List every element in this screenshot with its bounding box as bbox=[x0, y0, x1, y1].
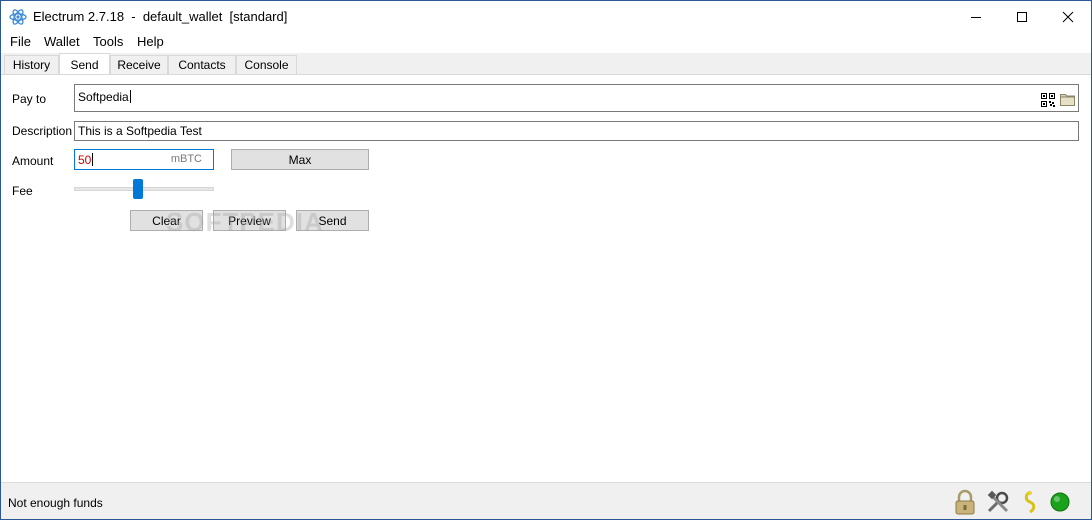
preview-button[interactable]: Preview bbox=[213, 210, 286, 231]
electrum-logo-icon bbox=[9, 9, 27, 25]
amount-value: 50 bbox=[78, 152, 92, 167]
pay-to-label: Pay to bbox=[12, 92, 47, 106]
status-bar: Not enough funds bbox=[1, 482, 1091, 519]
folder-icon[interactable] bbox=[1060, 92, 1075, 106]
seed-icon[interactable] bbox=[1017, 489, 1043, 515]
tab-console[interactable]: Console bbox=[236, 55, 297, 74]
amount-label: Amount bbox=[12, 154, 54, 168]
tab-receive[interactable]: Receive bbox=[110, 55, 168, 74]
send-panel: Pay to Softpedia Description This is a S… bbox=[1, 74, 1091, 482]
text-cursor bbox=[129, 90, 131, 103]
tab-history[interactable]: History bbox=[4, 55, 59, 74]
description-label: Description bbox=[12, 124, 73, 138]
tools-icon[interactable] bbox=[985, 489, 1011, 515]
maximize-button[interactable] bbox=[999, 1, 1045, 32]
description-value: This is a Softpedia Test bbox=[78, 124, 202, 138]
pay-to-field[interactable]: Softpedia bbox=[74, 84, 1079, 112]
network-status-icon[interactable] bbox=[1047, 489, 1073, 515]
text-cursor bbox=[92, 153, 94, 166]
maximize-icon bbox=[1017, 11, 1027, 22]
fee-label: Fee bbox=[12, 184, 33, 198]
clear-button[interactable]: Clear bbox=[130, 210, 203, 231]
title-bar: Electrum 2.7.18 - default_wallet [standa… bbox=[1, 1, 1091, 32]
tab-send[interactable]: Send bbox=[59, 53, 110, 75]
close-icon bbox=[1062, 11, 1074, 22]
max-button[interactable]: Max bbox=[231, 149, 369, 170]
tab-bar: History Send Receive Contacts Console bbox=[1, 53, 1091, 75]
fee-slider-thumb[interactable] bbox=[132, 179, 143, 199]
send-button[interactable]: Send bbox=[296, 210, 369, 231]
tab-contacts[interactable]: Contacts bbox=[168, 55, 236, 74]
description-field[interactable]: This is a Softpedia Test bbox=[74, 121, 1079, 141]
fee-slider-track[interactable] bbox=[74, 187, 214, 191]
app-window: Electrum 2.7.18 - default_wallet [standa… bbox=[0, 0, 1092, 520]
status-message: Not enough funds bbox=[8, 496, 103, 510]
menu-help[interactable]: Help bbox=[137, 34, 164, 49]
menu-file[interactable]: File bbox=[10, 34, 31, 49]
minimize-icon bbox=[971, 16, 981, 18]
lock-icon[interactable] bbox=[952, 489, 978, 515]
pay-to-value: Softpedia bbox=[78, 90, 129, 104]
amount-unit: mBTC bbox=[170, 153, 202, 165]
menu-wallet[interactable]: Wallet bbox=[44, 34, 80, 49]
qr-code-icon[interactable] bbox=[1041, 93, 1055, 107]
menu-bar: File Wallet Tools Help bbox=[1, 32, 1091, 52]
window-title: Electrum 2.7.18 - default_wallet [standa… bbox=[33, 9, 288, 24]
menu-tools[interactable]: Tools bbox=[93, 34, 123, 49]
amount-field[interactable]: 50 mBTC bbox=[74, 149, 214, 170]
minimize-button[interactable] bbox=[953, 1, 999, 32]
close-button[interactable] bbox=[1045, 1, 1091, 32]
